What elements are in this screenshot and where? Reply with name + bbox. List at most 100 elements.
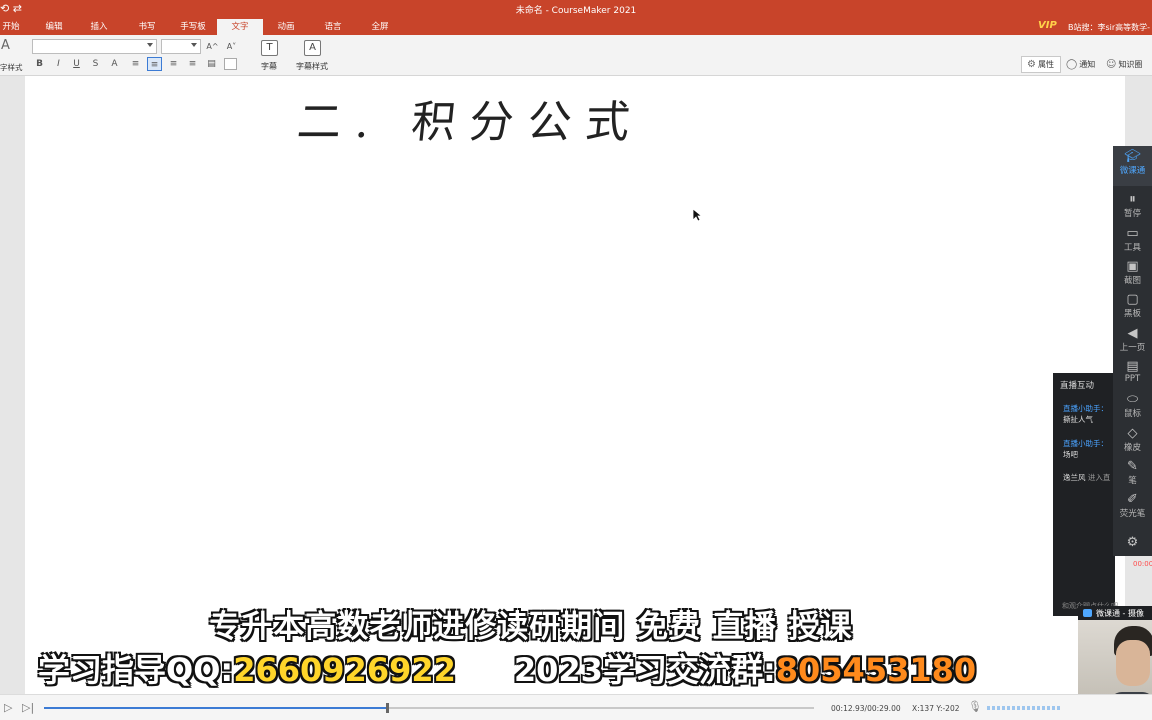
tools-label: 工具 bbox=[1123, 243, 1141, 253]
caption-qq-label: 学习指导QQ: bbox=[38, 651, 234, 689]
grow-font-button[interactable]: A^ bbox=[205, 40, 220, 54]
tab-text[interactable]: 文字 bbox=[217, 19, 263, 35]
progress-track[interactable] bbox=[44, 703, 814, 713]
caption-line-1: 专升本高数老师进修读研期间 免费 直播 授课 bbox=[209, 609, 853, 645]
align-center-icon[interactable]: ≡ bbox=[147, 57, 162, 71]
live-message: 直播小助手： 撕扯人气 bbox=[1063, 403, 1108, 425]
mouse-label: 鼠标 bbox=[1123, 409, 1141, 419]
tab-edit[interactable]: 编辑 bbox=[37, 19, 71, 35]
font-name-select[interactable] bbox=[32, 39, 157, 54]
text-style-label: 字样式 bbox=[0, 63, 23, 72]
eraser-label: 橡皮 bbox=[1123, 443, 1141, 453]
settings-button[interactable]: ⚙ bbox=[1113, 535, 1152, 550]
notify-button[interactable]: ◯ 通知 bbox=[1066, 59, 1095, 70]
tab-handwriting-pad[interactable]: 手写板 bbox=[174, 19, 212, 35]
progress-fill bbox=[44, 707, 388, 709]
playback-bar: ▷ ▷| 00:12.93/00:29.00 X:137 Y:-202 🎙︎ bbox=[0, 694, 1152, 720]
brand-button[interactable]: 🎓︎ 微课通 bbox=[1113, 149, 1152, 176]
subtitle-label[interactable]: 字幕 bbox=[261, 61, 277, 72]
webcam-label: 微课通 - 摄像 bbox=[1096, 609, 1144, 618]
tab-start[interactable]: 开始 bbox=[0, 19, 22, 35]
align-justify-icon[interactable]: ≡ bbox=[185, 57, 200, 71]
caption-qq-number: 2660926922 bbox=[233, 651, 456, 689]
ppt-label: PPT bbox=[1124, 374, 1141, 384]
ribbon-tabs: 开始 编辑 插入 书写 手写板 文字 动画 语言 全屏 bbox=[0, 19, 1152, 35]
font-size-select[interactable] bbox=[161, 39, 201, 54]
chevron-down-icon bbox=[191, 43, 197, 47]
knowledge-label: 知识圈 bbox=[1118, 60, 1143, 69]
screenshot-label: 截图 bbox=[1123, 276, 1141, 286]
vip-badge[interactable]: VIP bbox=[1038, 20, 1057, 31]
pause-icon: ⏸︎ bbox=[1129, 192, 1136, 207]
knowledge-button[interactable]: ☺ 知识圈 bbox=[1106, 59, 1142, 70]
recording-timer: 00:00 bbox=[1133, 560, 1152, 568]
eraser-button[interactable]: ◇ 橡皮 bbox=[1113, 426, 1152, 453]
audio-level-meter bbox=[987, 706, 1062, 710]
arrow-left-icon: ◀ bbox=[1127, 326, 1138, 341]
mouse-icon: ⬭ bbox=[1126, 392, 1139, 407]
blackboard-label: 黑板 bbox=[1123, 309, 1141, 319]
highlighter-button[interactable]: ✐ 荧光笔 bbox=[1113, 492, 1152, 519]
message-text: 撕扯人气 bbox=[1063, 415, 1093, 424]
distribute-icon[interactable]: ▤ bbox=[204, 57, 219, 71]
shrink-font-button[interactable]: A˅ bbox=[224, 40, 239, 54]
message-text: 进入直 bbox=[1087, 473, 1111, 482]
tab-insert[interactable]: 插入 bbox=[82, 19, 116, 35]
skip-end-icon[interactable]: ▷| bbox=[22, 701, 34, 714]
properties-button[interactable]: ⚙ 属性 bbox=[1027, 59, 1054, 70]
tab-fullscreen[interactable]: 全屏 bbox=[363, 19, 397, 35]
ppt-button[interactable]: ▤ PPT bbox=[1113, 359, 1152, 384]
pen-button[interactable]: ✎ 笔 bbox=[1113, 459, 1152, 486]
subtitle-style-icon[interactable]: A bbox=[304, 40, 321, 56]
chat-bubble-icon: ◯ bbox=[1066, 59, 1078, 70]
caption-group-label: 2023学习交流群: bbox=[513, 651, 776, 689]
tab-animation[interactable]: 动画 bbox=[269, 19, 303, 35]
app-window: ⟲ ⇄ 未命名 - CourseMaker 2021 开始 编辑 插入 书写 手… bbox=[0, 0, 1152, 720]
screenshot-button[interactable]: ▣ 截图 bbox=[1113, 259, 1152, 286]
subtitle-icon[interactable]: T bbox=[261, 40, 278, 56]
window-title: 未命名 - CourseMaker 2021 bbox=[515, 6, 637, 16]
brand-label: 微课通 bbox=[1119, 166, 1146, 176]
pause-label: 暂停 bbox=[1123, 209, 1141, 219]
underline-button[interactable]: U bbox=[69, 57, 84, 71]
play-icon[interactable]: ▷ bbox=[4, 701, 12, 714]
subtitle-style-label[interactable]: 字幕样式 bbox=[296, 61, 328, 72]
presenter-face bbox=[1116, 640, 1150, 686]
account-name[interactable]: B站搜：李sir高等数学- bbox=[1068, 22, 1150, 33]
bold-button[interactable]: B bbox=[32, 57, 47, 71]
live-message: 直播小助手： 场吧 bbox=[1063, 438, 1108, 460]
ppt-icon: ▤ bbox=[1126, 359, 1139, 374]
align-left-icon[interactable]: ≡ bbox=[128, 57, 143, 71]
previous-page-button[interactable]: ◀ 上一页 bbox=[1113, 326, 1152, 353]
strikethrough-button[interactable]: S bbox=[88, 57, 103, 71]
text-style-icon[interactable]: A bbox=[1, 38, 10, 53]
blackboard-button[interactable]: ▢ 黑板 bbox=[1113, 292, 1152, 319]
font-color-button[interactable]: A bbox=[107, 57, 122, 71]
italic-button[interactable]: I bbox=[51, 57, 66, 71]
microphone-icon[interactable]: 🎙︎ bbox=[968, 700, 982, 713]
align-right-icon[interactable]: ≡ bbox=[166, 57, 181, 71]
live-message: 逸兰风 进入直 bbox=[1063, 472, 1110, 483]
graduation-cap-icon: 🎓︎ bbox=[1124, 149, 1141, 164]
notify-label: 通知 bbox=[1079, 60, 1096, 69]
cursor-coordinates: X:137 Y:-202 bbox=[912, 704, 960, 713]
highlighter-label: 荧光笔 bbox=[1119, 509, 1146, 519]
color-swatch[interactable] bbox=[224, 58, 237, 70]
pause-button[interactable]: ⏸︎ 暂停 bbox=[1113, 192, 1152, 219]
pen-icon: ✎ bbox=[1127, 459, 1138, 474]
title-bar: ⟲ ⇄ 未命名 - CourseMaker 2021 bbox=[0, 0, 1152, 19]
eraser-icon: ◇ bbox=[1127, 426, 1138, 441]
progress-handle[interactable] bbox=[386, 703, 390, 713]
tab-language[interactable]: 语言 bbox=[316, 19, 350, 35]
mouse-button[interactable]: ⬭ 鼠标 bbox=[1113, 392, 1152, 419]
screenshot-icon: ▣ bbox=[1126, 259, 1139, 274]
tab-write[interactable]: 书写 bbox=[130, 19, 164, 35]
tools-button[interactable]: ▭ 工具 bbox=[1113, 226, 1152, 253]
people-icon: ☺ bbox=[1106, 59, 1117, 70]
message-sender: 逸兰风 bbox=[1063, 473, 1086, 482]
camera-logo-icon bbox=[1083, 609, 1092, 617]
caption-line-2: 学习指导QQ:2660926922 2023学习交流群:805453180 bbox=[38, 645, 976, 691]
toolbox-icon: ▭ bbox=[1126, 226, 1139, 241]
highlighter-icon: ✐ bbox=[1127, 492, 1138, 507]
webcam-titlebar: 微课通 - 摄像 bbox=[1078, 606, 1152, 620]
